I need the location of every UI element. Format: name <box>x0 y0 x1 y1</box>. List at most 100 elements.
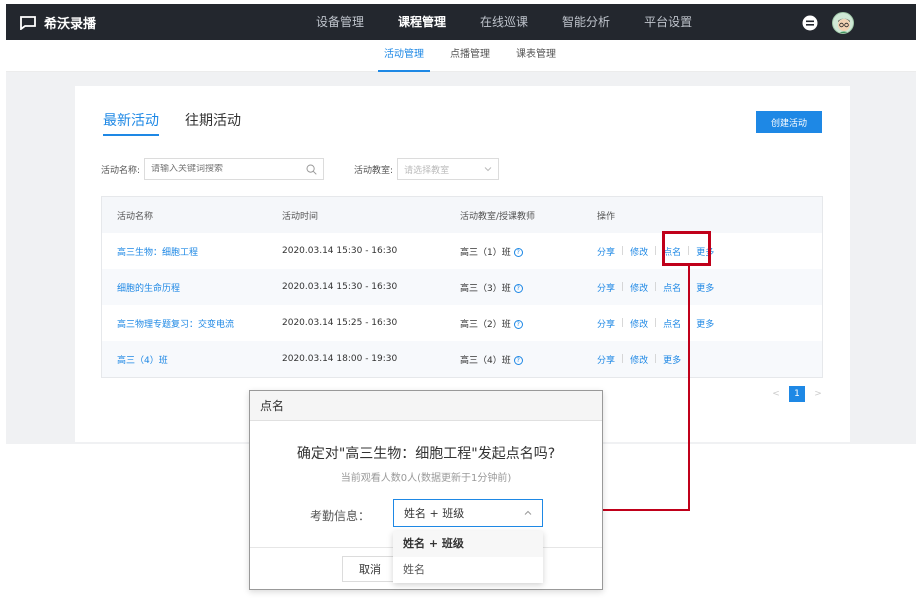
main-nav: 设备管理 课程管理 在线巡课 智能分析 平台设置 <box>306 4 716 40</box>
edit-link[interactable]: 修改 <box>630 281 648 294</box>
header-actions: 操作 <box>597 211 616 222</box>
page: 希沃录播 设备管理 课程管理 在线巡课 智能分析 平台设置 活动管理 点播管理 … <box>0 0 924 615</box>
activity-name-label: 活动名称: <box>101 165 141 176</box>
menu-circle-icon[interactable] <box>802 15 818 31</box>
subnav-activity-management[interactable]: 活动管理 <box>378 40 430 72</box>
tab-past-activities[interactable]: 往期活动 <box>185 110 241 136</box>
roll-call-highlight-box <box>662 231 711 266</box>
edit-link[interactable]: 修改 <box>630 317 648 330</box>
activity-room: 高三（2）班? <box>460 317 597 330</box>
separator: | <box>621 354 625 364</box>
separator: | <box>654 282 658 292</box>
nav-device-management[interactable]: 设备管理 <box>306 4 374 40</box>
cancel-button[interactable]: 取消 <box>342 556 398 582</box>
nav-platform-settings[interactable]: 平台设置 <box>634 4 702 40</box>
separator: | <box>654 246 658 256</box>
share-link[interactable]: 分享 <box>597 353 615 366</box>
activity-tabs: 最新活动 往期活动 <box>103 110 267 136</box>
activity-time: 2020.03.14 15:30 - 16:30 <box>282 282 398 292</box>
subnav-vod-management[interactable]: 点播管理 <box>444 40 496 72</box>
dropdown-option-name-class[interactable]: 姓名 + 班级 <box>393 531 543 557</box>
row-actions: 分享 | 修改 | 更多 <box>597 353 797 366</box>
activity-table: 活动名称 活动时间 活动教室/授课教师 操作 高三生物：细胞工程 2020.03… <box>101 196 823 378</box>
edit-link[interactable]: 修改 <box>630 245 648 258</box>
row-actions: 分享 | 修改 | 点名 | 更多 <box>597 281 797 294</box>
share-link[interactable]: 分享 <box>597 317 615 330</box>
nav-smart-analysis[interactable]: 智能分析 <box>552 4 620 40</box>
question-icon[interactable]: ? <box>513 247 523 257</box>
room-text: 高三（1）班 <box>460 247 511 258</box>
more-link[interactable]: 更多 <box>696 317 714 330</box>
more-link[interactable]: 更多 <box>663 353 681 366</box>
room-text: 高三（3）班 <box>460 283 511 294</box>
avatar-face-icon <box>838 18 850 33</box>
attendance-dropdown: 姓名 + 班级 姓名 <box>393 531 543 583</box>
row-actions: 分享 | 修改 | 点名 | 更多 <box>597 317 797 330</box>
room-text: 高三（4）班 <box>460 355 511 366</box>
header-activity-name: 活动名称 <box>117 211 154 222</box>
sub-navbar: 活动管理 点播管理 课表管理 <box>6 40 916 72</box>
header-activity-room: 活动教室/授课教师 <box>460 211 536 222</box>
tab-latest-activities[interactable]: 最新活动 <box>103 110 159 136</box>
activity-room: 高三（4）班? <box>460 353 597 366</box>
filter-bar: 活动名称: 活动教室: 请选择教室 <box>101 158 500 180</box>
table-row: 高三（4）班 2020.03.14 18:00 - 19:30 高三（4）班? … <box>102 341 822 377</box>
question-icon[interactable]: ? <box>513 355 523 365</box>
separator: | <box>687 282 691 292</box>
nav-online-patrol[interactable]: 在线巡课 <box>470 4 538 40</box>
next-page-button[interactable]: > <box>811 389 825 399</box>
separator: | <box>621 318 625 328</box>
create-activity-button[interactable]: 创建活动 <box>756 111 822 133</box>
activity-time: 2020.03.14 15:30 - 16:30 <box>282 246 398 256</box>
app-name: 希沃录播 <box>44 17 97 32</box>
question-icon[interactable]: ? <box>513 319 523 329</box>
roll-call-link[interactable]: 点名 <box>663 281 681 294</box>
subnav-schedule-management[interactable]: 课表管理 <box>510 40 562 72</box>
user-avatar[interactable] <box>832 12 854 34</box>
dropdown-option-name[interactable]: 姓名 <box>393 557 543 583</box>
activity-name-link[interactable]: 高三（4）班 <box>102 353 282 366</box>
prev-page-button[interactable]: < <box>769 389 783 399</box>
table-row: 高三生物：细胞工程 2020.03.14 15:30 - 16:30 高三（1）… <box>102 233 822 269</box>
chat-bubble-icon <box>20 15 36 30</box>
more-link[interactable]: 更多 <box>696 281 714 294</box>
attendance-selected-value: 姓名 + 班级 <box>404 507 465 520</box>
activity-name-search[interactable] <box>144 158 325 180</box>
nav-course-management[interactable]: 课程管理 <box>388 4 456 40</box>
separator: | <box>687 318 691 328</box>
table-row: 细胞的生命历程 2020.03.14 15:30 - 16:30 高三（3）班?… <box>102 269 822 305</box>
activity-time: 2020.03.14 18:00 - 19:30 <box>282 354 398 364</box>
separator: | <box>621 246 625 256</box>
dialog-subtitle: 当前观看人数0人(数据更新于1分钟前) <box>340 473 512 484</box>
share-link[interactable]: 分享 <box>597 245 615 258</box>
roll-call-dialog: 点名 确定对"高三生物：细胞工程"发起点名吗? 当前观看人数0人(数据更新于1分… <box>249 390 603 590</box>
search-icon[interactable] <box>306 164 317 175</box>
room-placeholder: 请选择教室 <box>404 165 450 176</box>
activity-name-link[interactable]: 高三生物：细胞工程 <box>102 245 282 258</box>
question-icon[interactable]: ? <box>513 283 523 293</box>
top-navbar: 希沃录播 设备管理 课程管理 在线巡课 智能分析 平台设置 <box>6 4 916 40</box>
activity-name-link[interactable]: 高三物理专题复习：交变电流 <box>102 317 282 330</box>
app-logo[interactable]: 希沃录播 <box>20 13 96 32</box>
header-activity-time: 活动时间 <box>282 211 319 222</box>
dialog-question: 确定对"高三生物：细胞工程"发起点名吗? <box>296 446 556 462</box>
attendance-select[interactable]: 姓名 + 班级 <box>393 499 543 527</box>
room-text: 高三（2）班 <box>460 319 511 330</box>
chevron-down-icon <box>484 167 492 172</box>
share-link[interactable]: 分享 <box>597 281 615 294</box>
activity-card: 最新活动 往期活动 创建活动 活动名称: 活动教室: 请选择教室 <box>75 86 850 442</box>
separator: | <box>654 354 658 364</box>
roll-call-link[interactable]: 点名 <box>663 317 681 330</box>
chevron-up-icon <box>524 510 532 515</box>
separator: | <box>621 282 625 292</box>
activity-room-select[interactable]: 请选择教室 <box>397 158 500 180</box>
page-number-current[interactable]: 1 <box>789 386 805 402</box>
table-row: 高三物理专题复习：交变电流 2020.03.14 15:25 - 16:30 高… <box>102 305 822 341</box>
separator: | <box>654 318 658 328</box>
dialog-title: 点名 <box>250 391 602 421</box>
edit-link[interactable]: 修改 <box>630 353 648 366</box>
table-header: 活动名称 活动时间 活动教室/授课教师 操作 <box>102 197 822 233</box>
activity-name-link[interactable]: 细胞的生命历程 <box>102 281 282 294</box>
pagination: < 1 > <box>769 386 825 402</box>
search-input[interactable] <box>151 164 307 174</box>
